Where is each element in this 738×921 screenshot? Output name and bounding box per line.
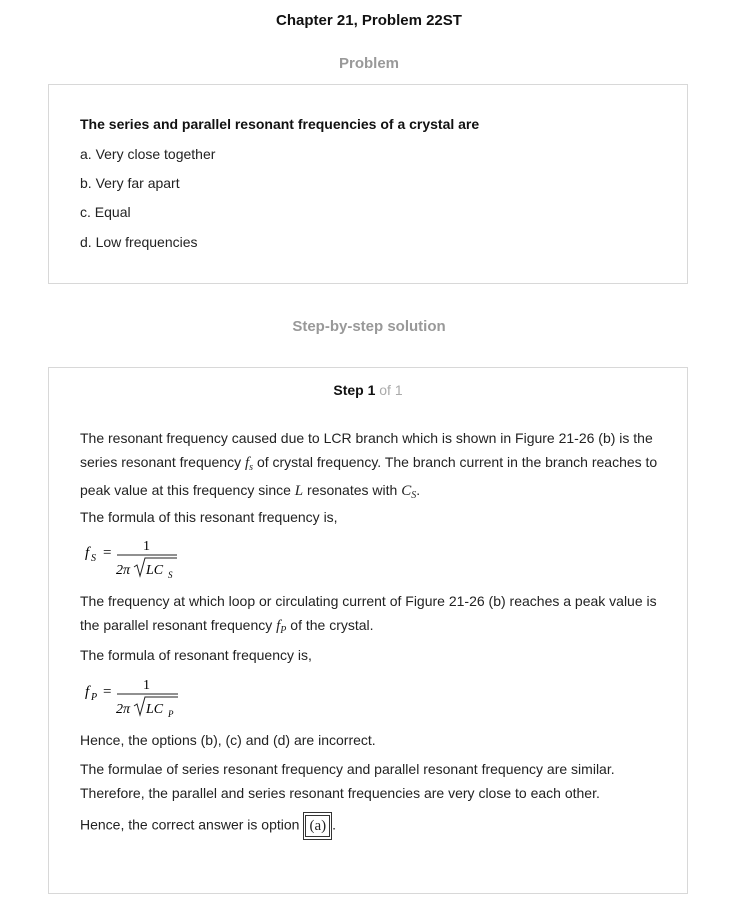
- step-label: Step 1: [333, 382, 376, 398]
- var-fp: fP: [276, 617, 287, 636]
- page-title: Chapter 21, Problem 22ST: [276, 12, 462, 29]
- paragraph-1: The resonant frequency caused due to LCR…: [80, 430, 658, 501]
- option-c: c. Equal: [80, 204, 131, 220]
- option-d: d. Low frequencies: [80, 234, 198, 250]
- problem-card: The series and parallel resonant frequen…: [48, 84, 688, 284]
- p1-text-c: resonates with: [307, 482, 402, 498]
- formula2-numerator: 1: [143, 678, 150, 693]
- paragraph-5: Hence, the options (b), (c) and (d) are …: [80, 732, 376, 748]
- formula2-den-sub: P: [167, 709, 174, 719]
- paragraph-6: The formulae of series resonant frequenc…: [80, 761, 615, 801]
- formula1-numerator: 1: [143, 539, 150, 554]
- formula1-lhs-sub: S: [91, 553, 96, 564]
- formula1-den-pre: 2π: [116, 563, 131, 578]
- answer-value: (a): [305, 815, 331, 837]
- option-a: a. Very close together: [80, 146, 216, 162]
- formula2-den-rad: LC: [145, 702, 164, 717]
- formula1-den-sub: S: [168, 570, 173, 580]
- step-of: of 1: [379, 382, 403, 398]
- problem-question: The series and parallel resonant frequen…: [80, 116, 480, 132]
- formula-series-resonant: f S = 1 2π LC S: [85, 539, 177, 580]
- var-L: L: [294, 483, 304, 499]
- solution-heading: Step-by-step solution: [292, 318, 446, 335]
- formula-parallel-resonant: f P = 1 2π LC P: [85, 678, 178, 719]
- var-Cs: CS: [401, 483, 417, 501]
- option-b: b. Very far apart: [80, 175, 180, 191]
- formula2-lhs-sub: P: [90, 692, 97, 703]
- p7-text: Hence, the correct answer is option: [80, 816, 300, 833]
- problem-heading: Problem: [338, 55, 399, 72]
- paragraph-7: Hence, the correct answer is option (a).: [80, 812, 665, 840]
- answer-box: (a): [303, 812, 333, 840]
- step-title: Step 1 of 1: [49, 382, 687, 398]
- paragraph-3: The frequency at which loop or circulati…: [80, 590, 665, 642]
- formula1-den-rad: LC: [145, 563, 164, 578]
- formula2-equals: =: [103, 684, 111, 700]
- solution-card: Step 1 of 1 The resonant frequency cause…: [48, 367, 688, 894]
- paragraph-4: The formula of resonant frequency is,: [80, 647, 312, 663]
- paragraph-2: The formula of this resonant frequency i…: [80, 509, 338, 525]
- p3-text-b: of the crystal.: [290, 616, 374, 633]
- formula2-den-pre: 2π: [116, 702, 131, 717]
- var-fs: fs: [244, 454, 254, 473]
- formula1-equals: =: [103, 545, 111, 561]
